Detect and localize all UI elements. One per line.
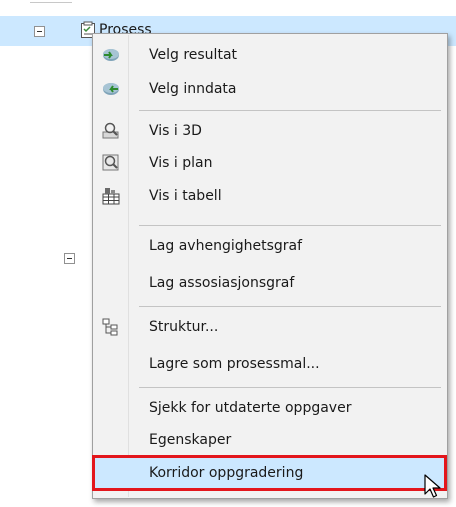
menu-separator: [139, 306, 441, 307]
context-menu: Velg resultat Velg inndata Vis i 3D Vis …: [92, 33, 448, 499]
menu-item-sjekk-for-utdaterte-oppgaver[interactable]: Sjekk for utdaterte oppgaver: [95, 393, 444, 423]
menu-item-lagre-som-prosessmal[interactable]: Lagre som prosessmal...: [95, 349, 444, 379]
tree-connector-line: [30, 2, 72, 3]
menu-item-label: Sjekk for utdaterte oppgaver: [149, 400, 352, 416]
menu-item-label: Vis i tabell: [149, 188, 222, 204]
menu-item-label: Velg inndata: [149, 81, 237, 97]
menu-item-label: Korridor oppgradering: [149, 465, 304, 481]
view-3d-icon: [101, 121, 121, 141]
collapse-toggle-icon[interactable]: [34, 26, 45, 37]
menu-item-vis-i-tabell[interactable]: Vis i tabell: [95, 181, 444, 211]
menu-item-lag-assosiasjonsgraf[interactable]: Lag assosiasjonsgraf: [95, 268, 444, 298]
view-table-icon: [101, 186, 121, 206]
menu-item-vis-i-plan[interactable]: Vis i plan: [95, 148, 444, 178]
menu-item-label: Lagre som prosessmal...: [149, 356, 320, 372]
menu-item-label: Vis i plan: [149, 155, 213, 171]
menu-item-velg-inndata[interactable]: Velg inndata: [95, 74, 444, 104]
collapse-toggle-icon[interactable]: [64, 253, 75, 264]
menu-item-label: Vis i 3D: [149, 123, 202, 139]
menu-separator: [139, 225, 441, 226]
menu-item-lag-avhengighetsgraf[interactable]: Lag avhengighetsgraf: [95, 231, 444, 261]
menu-item-label: Lag avhengighetsgraf: [149, 238, 303, 254]
menu-item-struktur[interactable]: Struktur...: [95, 312, 444, 342]
menu-item-label: Lag assosiasjonsgraf: [149, 275, 295, 291]
view-plan-icon: [101, 153, 121, 173]
menu-separator: [139, 387, 441, 388]
menu-item-label: Velg resultat: [149, 47, 238, 63]
menu-item-vis-i-3d[interactable]: Vis i 3D: [95, 116, 444, 146]
mouse-pointer-icon: [424, 474, 442, 504]
menu-item-label: Egenskaper: [149, 432, 232, 448]
menu-item-korridor-oppgradering[interactable]: Korridor oppgradering: [92, 455, 447, 491]
menu-item-velg-resultat[interactable]: Velg resultat: [95, 40, 444, 70]
menu-separator: [139, 110, 441, 111]
select-result-icon: [101, 45, 121, 65]
select-input-icon: [101, 79, 121, 99]
structure-icon: [101, 317, 121, 337]
menu-item-label: Struktur...: [149, 319, 219, 335]
menu-item-egenskaper[interactable]: Egenskaper: [95, 425, 444, 455]
